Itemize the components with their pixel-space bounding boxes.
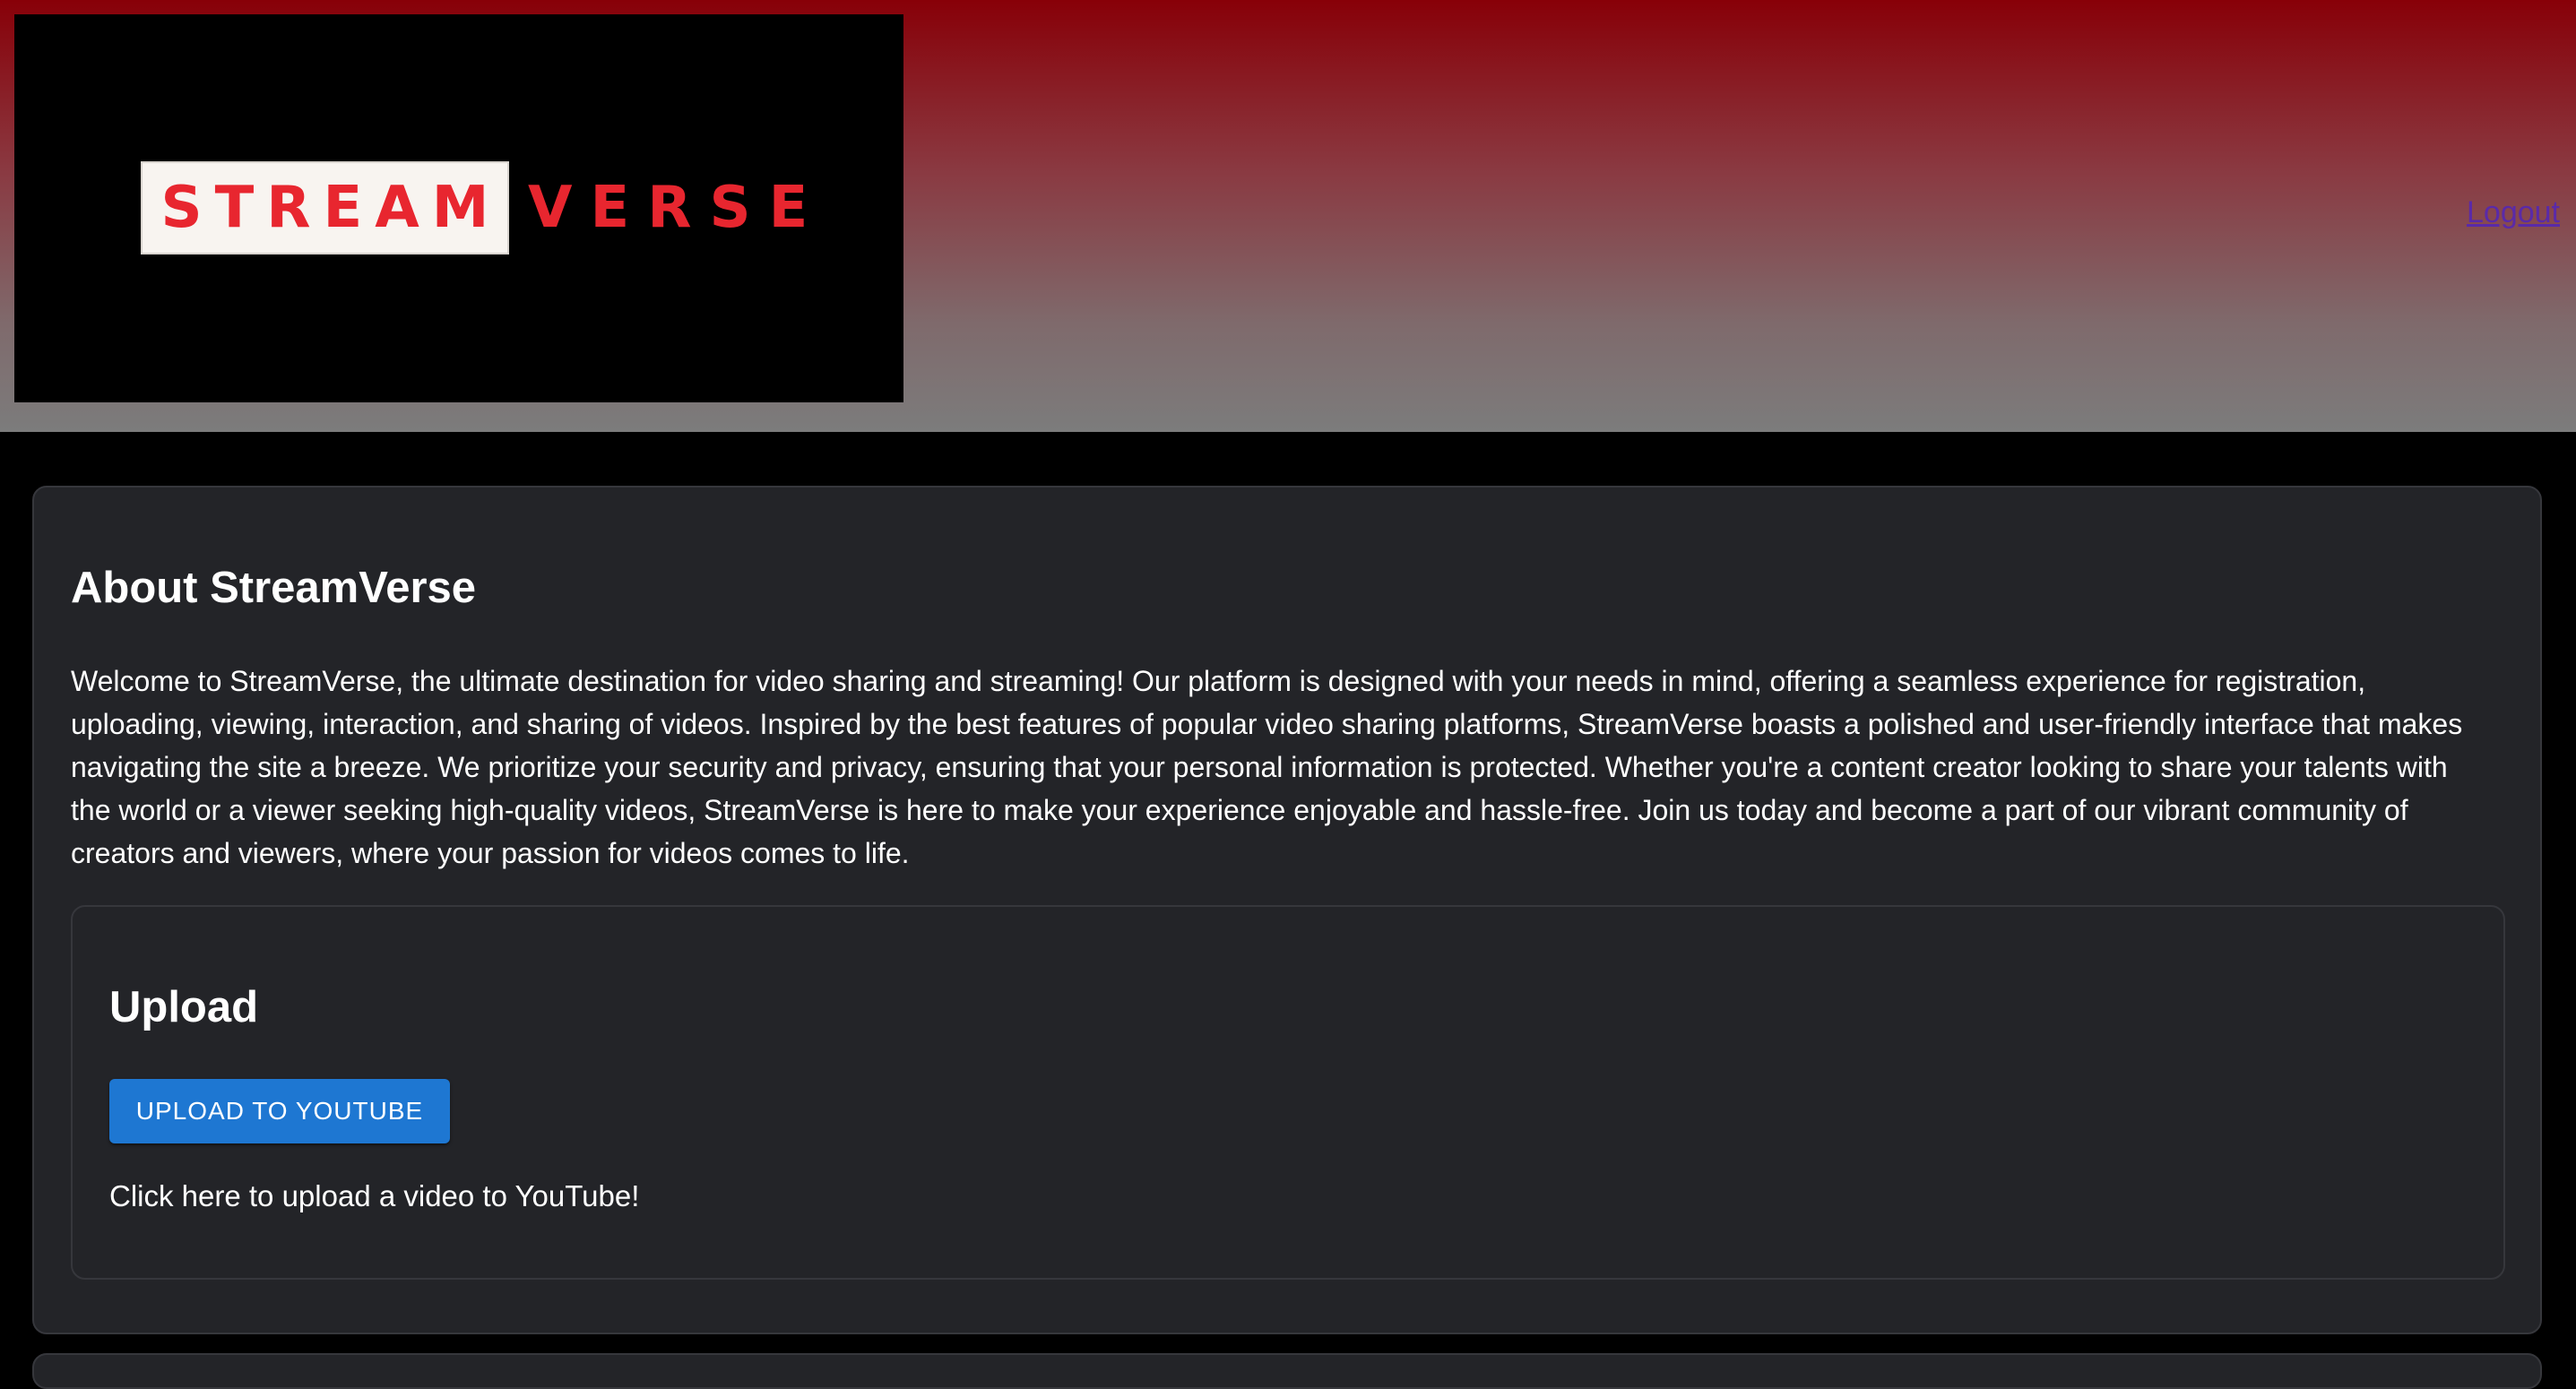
- streamverse-logo[interactable]: STREAM VERSE: [14, 14, 903, 402]
- about-title: About StreamVerse: [71, 564, 477, 612]
- logout-link[interactable]: Logout: [2467, 195, 2560, 230]
- upload-to-youtube-button[interactable]: UPLOAD TO YOUTUBE: [109, 1079, 450, 1143]
- site-header: STREAM VERSE Logout: [0, 0, 2576, 432]
- upload-title: Upload: [109, 983, 259, 1031]
- next-section-card: [32, 1353, 2542, 1389]
- upload-section: Upload UPLOAD TO YOUTUBE Click here to u…: [71, 905, 2505, 1280]
- logo-word-verse: VERSE: [528, 175, 826, 241]
- about-section: About StreamVerse Welcome to StreamVerse…: [32, 486, 2542, 1334]
- upload-caption: Click here to upload a video to YouTube!: [109, 1179, 640, 1212]
- logo-word-stream: STREAM: [141, 161, 509, 255]
- about-description: Welcome to StreamVerse, the ultimate des…: [71, 665, 2463, 869]
